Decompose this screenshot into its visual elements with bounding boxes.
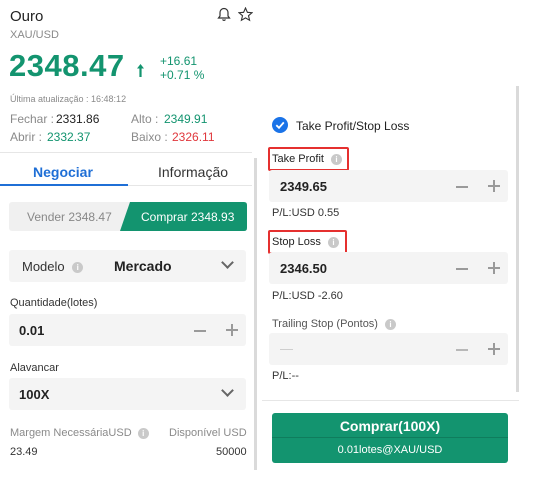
current-price: 2348.47 [9,48,125,83]
tabs-divider [128,185,252,186]
leverage-label: Alavancar [10,362,59,374]
bell-icon[interactable] [217,7,231,22]
trailing-stop-pl: P/L:-- [272,370,299,382]
submit-buy-title: Comprar(100X) [339,418,441,434]
close-label: Fechar : [10,112,55,126]
tpsl-checkbox-label[interactable]: Take Profit/Stop Loss [296,119,409,133]
stop-loss-label: Stop Loss i [272,236,339,248]
tab-info[interactable]: Informação [128,155,252,186]
trailing-stop-input[interactable]: — [269,333,508,365]
margin-label: Margem NecessáriaUSD i [10,427,149,439]
plus-icon[interactable] [488,180,500,192]
star-icon[interactable] [238,7,253,22]
available-value: 50000 [216,446,247,458]
instrument-symbol: XAU/USD [10,29,59,41]
low-value: 2326.11 [172,130,215,144]
minus-icon[interactable] [456,349,468,351]
leverage-select[interactable]: 100X [9,378,246,410]
divider [0,152,252,153]
order-model-select[interactable]: Modelo i Mercado [9,250,246,282]
info-icon: i [327,236,339,248]
quantity-label: Quantidade(lotes) [10,297,98,309]
tab-trade[interactable]: Negociar [0,155,128,186]
open-value: 2332.37 [47,130,91,144]
sell-button-label: Vender 2348.47 [27,210,112,224]
open-label: Abrir : [10,130,43,144]
stop-loss-pl: P/L:USD -2.60 [272,290,343,302]
take-profit-value[interactable]: 2349.65 [280,179,327,194]
take-profit-label: Take Profit i [272,153,343,165]
high-label: Alto : [131,112,159,126]
stop-loss-value[interactable]: 2346.50 [280,261,327,276]
chevron-down-icon [221,256,234,269]
tab-active-indicator [0,184,128,186]
tab-info-label: Informação [158,164,229,180]
take-profit-input[interactable]: 2349.65 [269,170,508,202]
tab-trade-label: Negociar [33,164,93,180]
model-label: Modelo i [22,259,84,274]
plus-icon[interactable] [226,324,238,336]
info-icon: i [331,153,343,165]
divider [262,400,519,401]
trailing-stop-value[interactable]: — [280,341,293,356]
margin-value: 23.49 [10,446,38,458]
price-change-pct: +0.71 % [160,68,205,82]
scrollbar[interactable] [254,158,257,470]
checkbox-checked-icon[interactable] [272,117,288,133]
trailing-stop-label: Trailing Stop (Pontos) i [272,318,397,330]
scrollbar[interactable] [516,86,519,392]
chevron-down-icon [221,384,234,397]
plus-icon[interactable] [488,262,500,274]
low-label: Baixo : [131,130,168,144]
plus-icon[interactable] [488,343,500,355]
high-value: 2349.91 [164,112,208,126]
close-value: 2331.86 [56,112,100,126]
buy-button-label: Comprar 2348.93 [141,210,235,224]
instrument-title: Ouro [10,8,44,25]
submit-buy-subtitle: 0.01lotes@XAU/USD [337,444,443,456]
minus-icon[interactable] [456,186,468,188]
take-profit-pl: P/L:USD 0.55 [272,207,340,219]
info-icon: i [137,427,149,439]
minus-icon[interactable] [456,268,468,270]
minus-icon[interactable] [194,330,206,332]
arrow-up-icon [137,64,144,77]
info-icon: i [72,262,84,274]
submit-buy-button[interactable]: Comprar(100X) 0.01lotes@XAU/USD [272,413,508,463]
sell-button[interactable]: Vender 2348.47 [9,202,130,231]
submit-divider [272,437,508,438]
last-update-time: Última atualização : 16:48:12 [10,94,127,104]
model-value: Mercado [114,258,172,274]
stop-loss-input[interactable]: 2346.50 [269,252,508,284]
price-change-abs: +16.61 [160,54,198,68]
leverage-value: 100X [19,387,50,402]
info-icon: i [385,318,397,330]
quantity-stepper[interactable]: 0.01 [9,314,246,346]
available-label: Disponível USD [169,427,247,439]
quantity-input[interactable]: 0.01 [19,323,44,338]
